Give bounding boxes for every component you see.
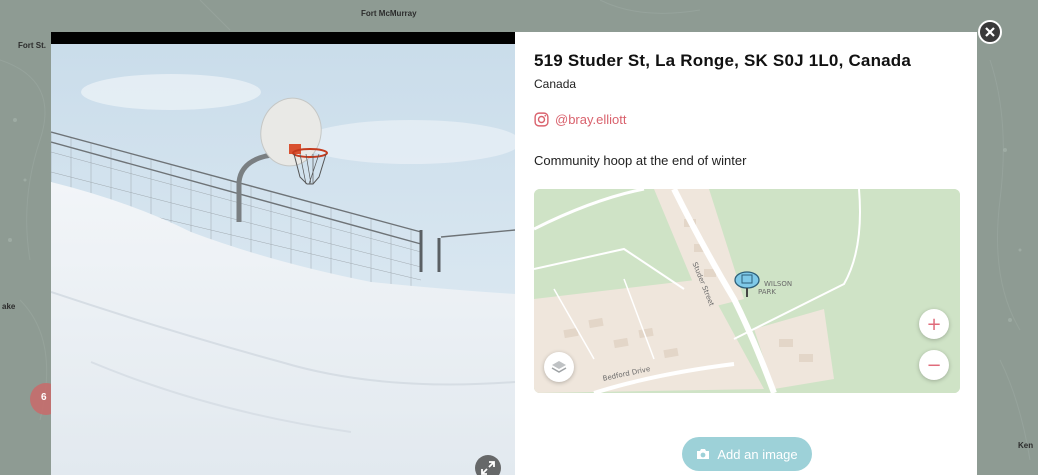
- instagram-handle: @bray.elliott: [555, 112, 627, 127]
- location-modal: 519 Studer St, La Ronge, SK S0J 1L0, Can…: [51, 32, 977, 475]
- zoom-out-button[interactable]: −: [919, 350, 949, 380]
- instagram-icon: [534, 112, 549, 127]
- location-title: 519 Studer St, La Ronge, SK S0J 1L0, Can…: [534, 51, 912, 70]
- park-label-line-2: PARK: [758, 288, 777, 296]
- expand-photo-button[interactable]: [475, 455, 501, 475]
- close-modal-button[interactable]: [978, 20, 1002, 44]
- map-label-fort-mcmurray: Fort McMurray: [361, 9, 417, 18]
- location-country: Canada: [534, 77, 577, 91]
- minimap-graphic: [534, 189, 960, 393]
- zoom-in-button[interactable]: +: [919, 309, 949, 339]
- map-label-fort-st: Fort St.: [18, 41, 46, 50]
- photo-caption: Community hoop at the end of winter: [534, 153, 747, 168]
- close-icon: [985, 27, 995, 37]
- location-minimap[interactable]: Studer Street WILSON PARK Bedford Drive …: [534, 189, 960, 393]
- court-photo-image: [51, 32, 515, 475]
- add-image-label: Add an image: [717, 446, 798, 462]
- map-label-ken: Ken: [1018, 441, 1034, 450]
- map-cluster-count: 6: [41, 392, 47, 403]
- map-label-lake: ake: [2, 302, 16, 311]
- instagram-link[interactable]: @bray.elliott: [534, 112, 626, 127]
- add-image-button[interactable]: Add an image: [682, 437, 812, 471]
- expand-icon: [481, 461, 495, 475]
- court-photo: [51, 32, 515, 475]
- camera-icon: [697, 449, 710, 459]
- photo-top-bar: [51, 32, 515, 44]
- location-info-panel: 519 Studer St, La Ronge, SK S0J 1L0, Can…: [534, 32, 964, 475]
- park-label-line-1: WILSON: [764, 280, 793, 288]
- map-layers-button[interactable]: [544, 352, 574, 382]
- layers-icon: [551, 361, 567, 373]
